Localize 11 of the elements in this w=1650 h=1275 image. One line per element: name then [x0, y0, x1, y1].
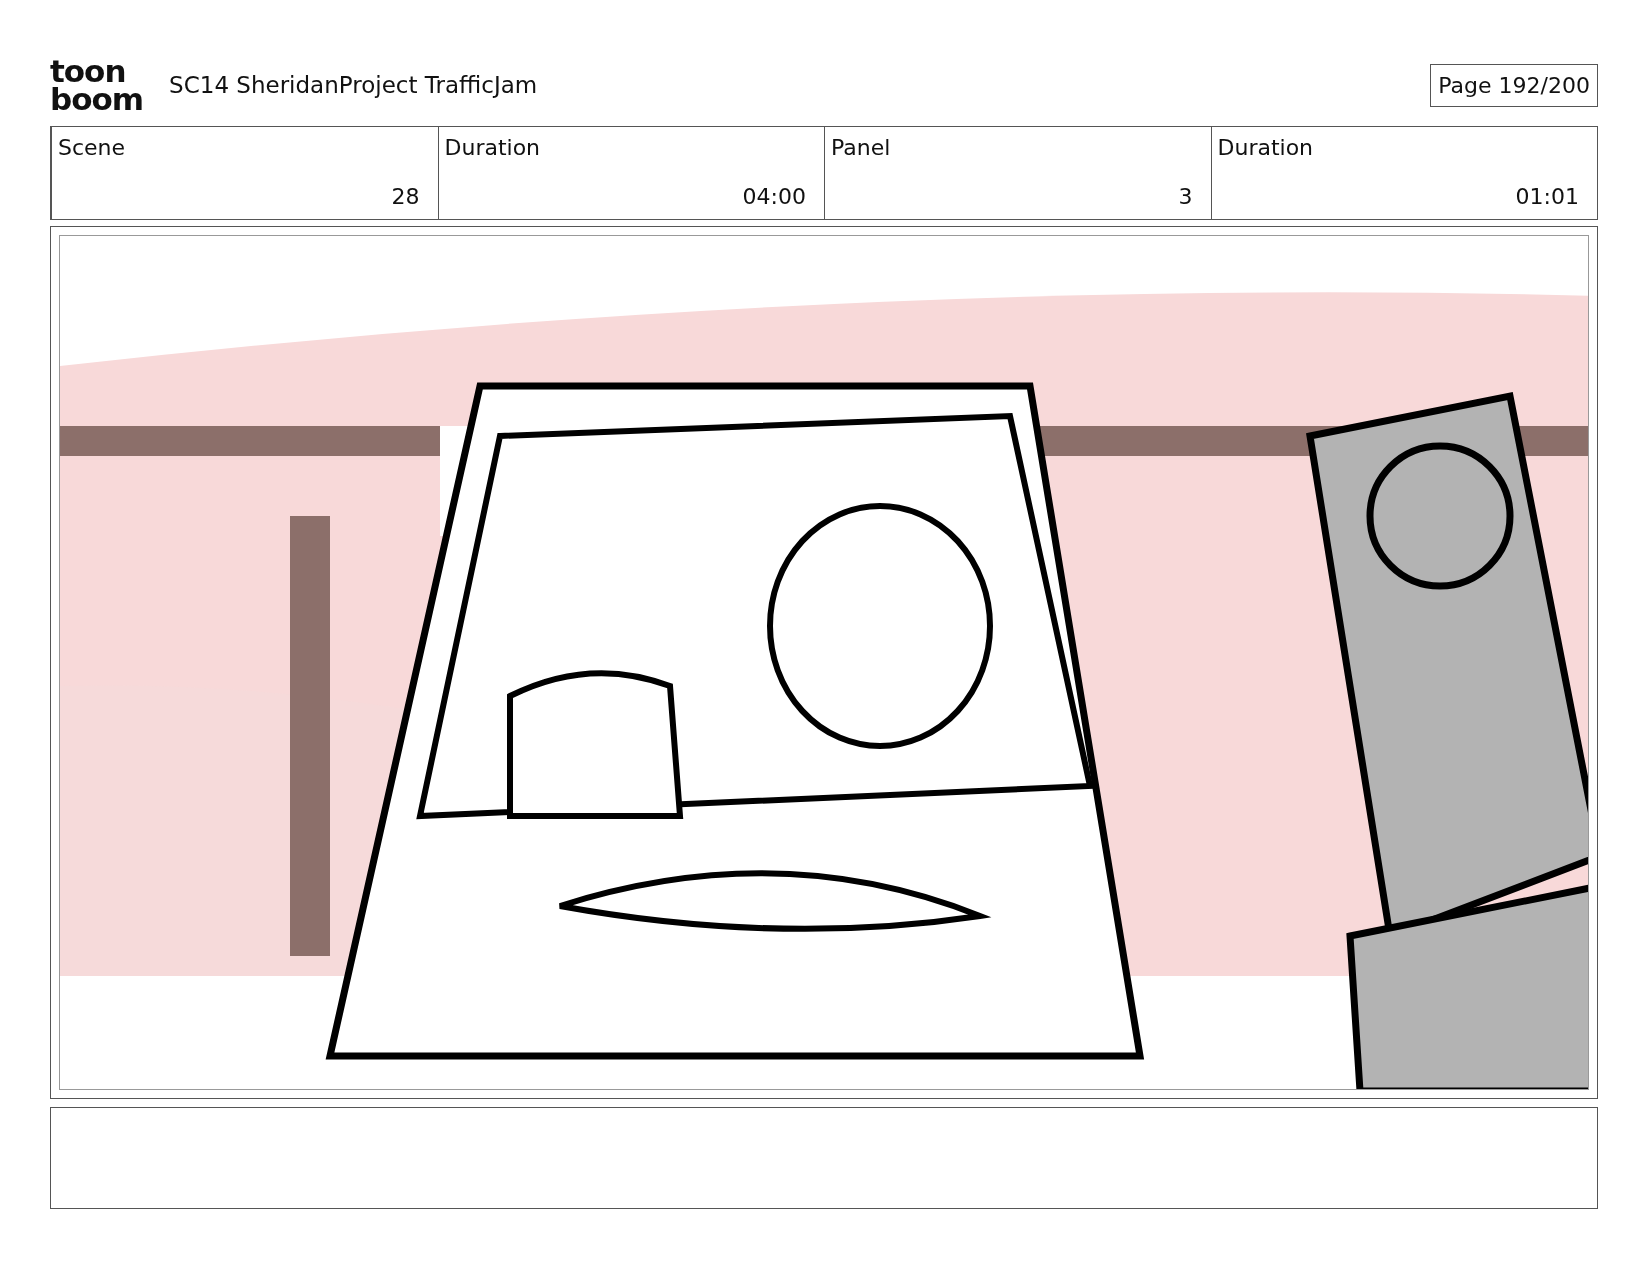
field-label: Duration [444, 135, 542, 160]
board-title: SC14 SheridanProject TrafficJam [169, 72, 539, 98]
field-label: Duration [1217, 135, 1315, 160]
field-label: Panel [831, 135, 892, 160]
field-value: 3 [1178, 184, 1193, 209]
field-value: 04:00 [742, 184, 806, 209]
field-label: Scene [58, 135, 127, 160]
field-value: 01:01 [1515, 184, 1579, 209]
field-value: 28 [391, 184, 420, 209]
logo: toon boom [50, 57, 144, 113]
page-number: Page 192/200 [1430, 63, 1598, 107]
